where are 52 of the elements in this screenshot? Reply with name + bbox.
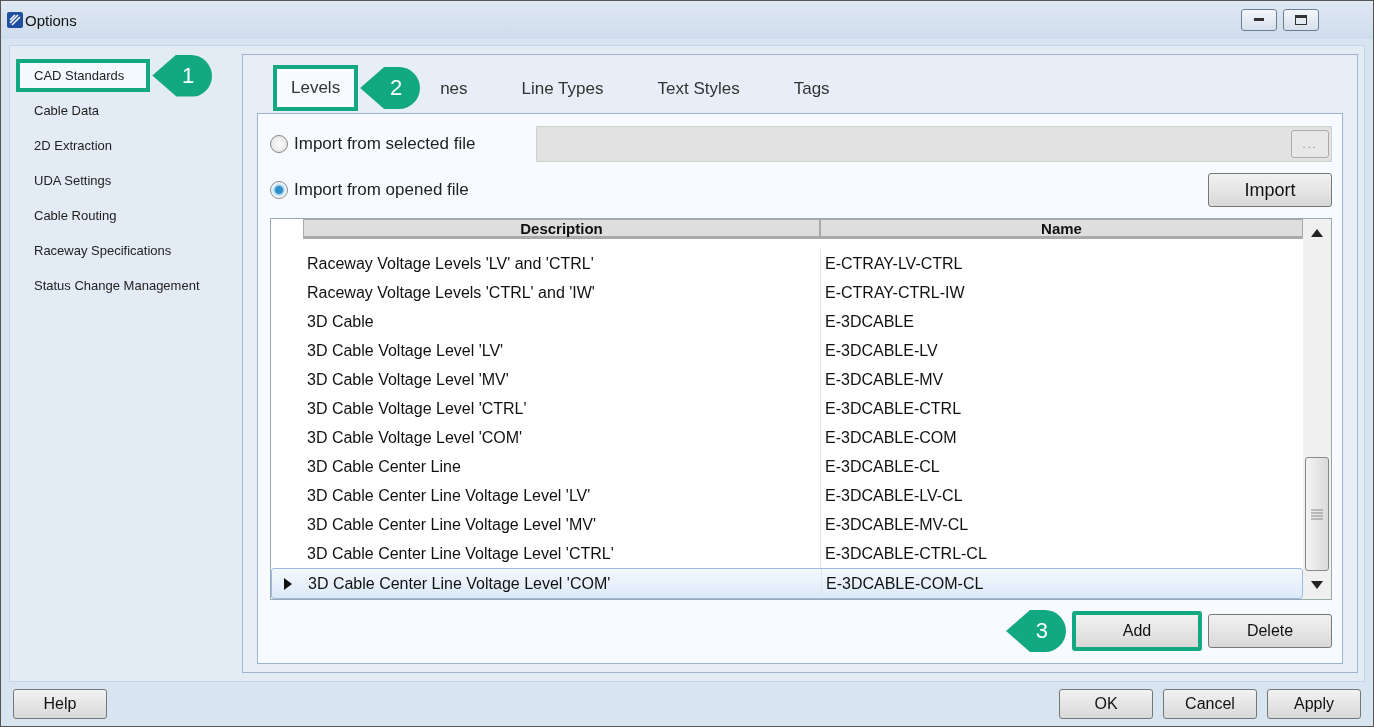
tab[interactable]: Line Types bbox=[491, 69, 628, 107]
radio-button[interactable] bbox=[270, 135, 288, 153]
table-cell-text: 3D Cable Center Line bbox=[306, 457, 462, 476]
add-button[interactable]: Add bbox=[1072, 611, 1202, 651]
sidebar-item[interactable]: Status Change Management bbox=[16, 272, 214, 299]
dialog-button[interactable]: Apply bbox=[1267, 689, 1361, 719]
column-header: Description bbox=[303, 219, 820, 239]
minimize-icon bbox=[1254, 18, 1264, 22]
table-cell-text: 3D Cable Center Line Voltage Level 'MV' bbox=[306, 515, 597, 534]
app-logo-icon bbox=[7, 12, 23, 28]
tab[interactable]: Levels bbox=[273, 65, 359, 111]
table-cell-text: Raceway Voltage Levels 'CTRL' and 'IW' bbox=[306, 283, 596, 302]
minimize-button[interactable] bbox=[1241, 9, 1277, 31]
scrollbar[interactable] bbox=[1303, 219, 1331, 599]
maximize-icon bbox=[1295, 15, 1307, 25]
table-cell-text: 3D Cable bbox=[306, 312, 375, 331]
help-button[interactable]: Help bbox=[13, 689, 107, 719]
delete-button[interactable]: Delete bbox=[1208, 614, 1332, 648]
table-cell-text: 3D Cable Voltage Level 'CTRL' bbox=[306, 399, 528, 418]
table-cell-text: 3D Cable Voltage Level 'LV' bbox=[306, 341, 505, 360]
step-callout: 1 bbox=[152, 54, 213, 97]
sidebar-item[interactable]: 2D Extraction bbox=[16, 132, 127, 159]
table-cell-text: 3D Cable Center Line Voltage Level 'CTRL' bbox=[306, 544, 615, 563]
step-callout: 2 bbox=[360, 67, 421, 109]
sidebar-item[interactable]: Cable Data bbox=[16, 97, 114, 124]
sidebar-item[interactable]: UDA Settings bbox=[16, 167, 126, 194]
window-title: Options bbox=[25, 11, 77, 29]
table-cell-text: 3D Cable Center Line Voltage Level 'LV' bbox=[306, 486, 592, 505]
dialog-button[interactable]: Cancel bbox=[1163, 689, 1257, 719]
table-cell-text: 3D Cable Voltage Level 'COM' bbox=[306, 428, 524, 447]
scroll-up-icon[interactable] bbox=[1311, 229, 1323, 237]
sidebar-item[interactable]: CAD Standards bbox=[16, 59, 151, 92]
current-row-icon bbox=[284, 577, 292, 590]
table-cell-text: 3D Cable Voltage Level 'MV' bbox=[306, 370, 510, 389]
table-cell-text: 3D Cable Center Line Voltage Level 'COM' bbox=[307, 574, 612, 593]
tab[interactable]: Tags bbox=[763, 69, 854, 107]
step-callout: 3 bbox=[1006, 610, 1066, 652]
radio-button[interactable] bbox=[270, 181, 288, 199]
table-cell: E-3DCABLE-COM-CL bbox=[821, 569, 1302, 598]
radio-label: Import from opened file bbox=[294, 180, 469, 200]
table-row[interactable]: 3D Cable Center Line Voltage Level 'COM' E-3DCABLE-COM-CL bbox=[271, 568, 1303, 599]
sidebar-item[interactable]: Raceway Specifications bbox=[16, 237, 186, 264]
sidebar-item[interactable]: Cable Routing bbox=[16, 202, 131, 229]
maximize-button[interactable] bbox=[1283, 9, 1319, 31]
scroll-down-icon[interactable] bbox=[1311, 581, 1323, 589]
column-header: Name bbox=[820, 219, 1303, 239]
radio-label: Import from selected file bbox=[294, 134, 476, 154]
table-cell-text: Raceway Voltage Levels 'LV' and 'CTRL' bbox=[306, 254, 595, 273]
dialog-button[interactable]: OK bbox=[1059, 689, 1153, 719]
tab[interactable]: Text Styles bbox=[627, 69, 764, 107]
grip-icon bbox=[1311, 508, 1323, 520]
import-button[interactable]: Import bbox=[1208, 173, 1332, 207]
